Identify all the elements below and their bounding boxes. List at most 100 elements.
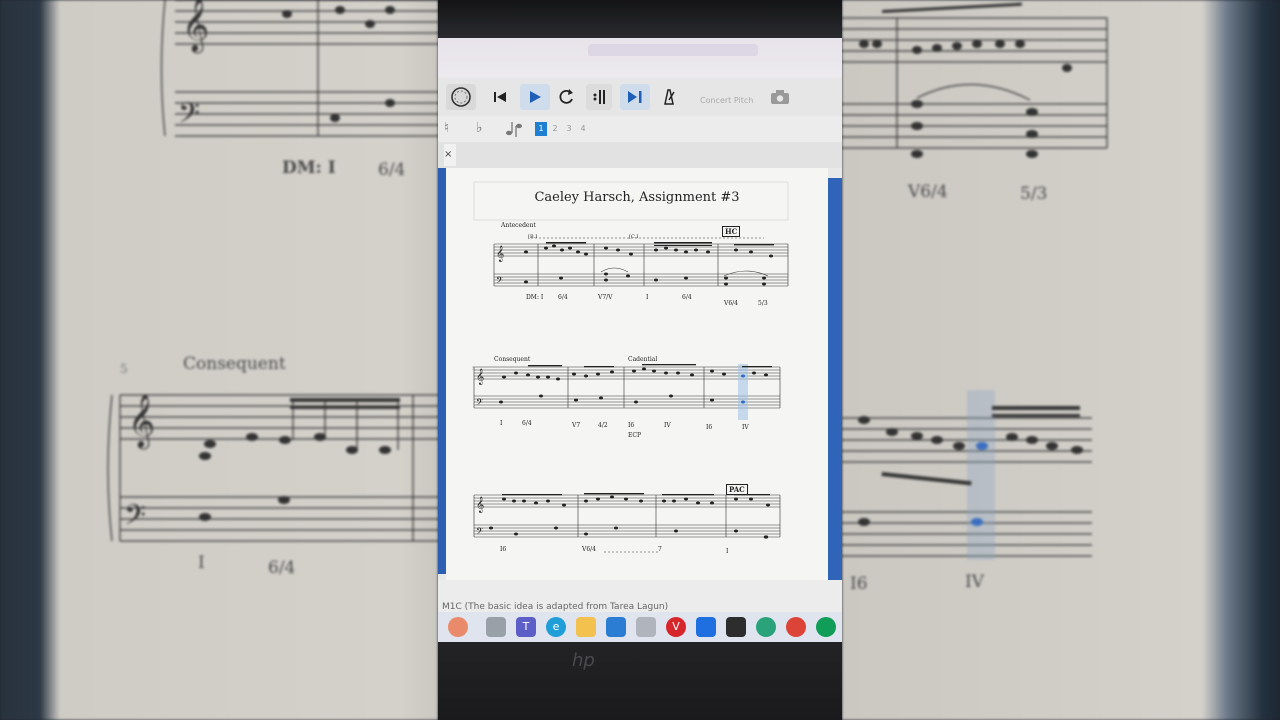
roman-numeral: IV xyxy=(742,424,749,431)
document-tabs: × xyxy=(438,142,842,169)
vivaldi-icon[interactable]: V xyxy=(666,617,686,637)
roman-numeral: I6 xyxy=(500,546,507,553)
hp-logo: hp xyxy=(572,650,595,671)
natural-icon[interactable]: ♮ xyxy=(444,120,449,136)
pac-box: PAC xyxy=(726,484,748,495)
svg-text:𝄞: 𝄞 xyxy=(476,369,484,385)
svg-text:𝄢: 𝄢 xyxy=(496,275,503,288)
roman-numeral: I6 xyxy=(628,422,635,429)
background-label: 6/4 xyxy=(268,558,296,578)
background-score-left: 𝄞 𝄢 𝄞 𝄢 DM: I 6/4 Consequent I 6/4 5 xyxy=(0,0,438,720)
roman-numeral: 5/3 xyxy=(758,300,768,307)
page-1-button[interactable]: 1 xyxy=(535,122,547,136)
svg-text:𝄞: 𝄞 xyxy=(476,497,484,513)
score-page[interactable]: 𝄞 𝄢 𝄞 𝄢 𝄞 𝄢 Caeley Harsch, Assignment #3… xyxy=(446,168,828,580)
roman-numeral: 4/2 xyxy=(598,422,608,429)
window-titlebar xyxy=(438,38,842,78)
laptop-screen-photo: Concert Pitch ♮ ♭ 1 2 3 4 × 𝄞 𝄢 𝄞 𝄢 𝄞 𝄢 … xyxy=(438,0,842,720)
measure-number: 5 xyxy=(472,366,476,372)
play-repeats-icon[interactable] xyxy=(586,84,612,110)
svg-text:𝄢: 𝄢 xyxy=(178,97,200,137)
pan-score-icon[interactable] xyxy=(620,84,650,110)
edge-icon[interactable]: e xyxy=(546,617,566,637)
background-label: IV xyxy=(965,572,984,592)
loop-icon[interactable] xyxy=(554,84,578,110)
roman-numeral: 6/4 xyxy=(682,294,692,301)
roman-numeral: IV xyxy=(664,422,671,429)
roman-numeral: 6/4 xyxy=(522,420,532,427)
windows-taskbar: T e V xyxy=(438,612,842,642)
roman-numeral: V7/V xyxy=(598,294,613,301)
rewind-icon[interactable] xyxy=(488,84,512,110)
svg-text:𝄞: 𝄞 xyxy=(182,0,209,53)
page-2-button[interactable]: 2 xyxy=(549,122,561,136)
terminal-icon[interactable] xyxy=(726,617,746,637)
bracket-contrasting-idea: [C.I xyxy=(629,234,639,240)
mixer-icon[interactable] xyxy=(658,84,680,110)
close-tab-icon[interactable]: × xyxy=(444,144,456,166)
roman-numeral: I xyxy=(726,548,729,555)
canvas-accent-left xyxy=(438,168,446,574)
screen-bezel xyxy=(438,0,842,38)
flat-icon[interactable]: ♭ xyxy=(476,120,483,136)
roman-numeral: V6/4 xyxy=(582,546,596,553)
roman-numeral: I xyxy=(646,294,649,301)
chrome-icon-2[interactable] xyxy=(816,617,836,637)
browser-tab[interactable] xyxy=(588,44,758,56)
svg-text:𝄞: 𝄞 xyxy=(496,246,504,262)
background-label: 6/4 xyxy=(378,160,406,180)
roman-numeral: 6/4 xyxy=(558,294,568,301)
app-icon[interactable] xyxy=(448,617,468,637)
bracket-basic-idea: [B.I xyxy=(528,234,538,240)
background-label: V6/4 xyxy=(908,182,948,202)
roman-numeral: V7 xyxy=(572,422,581,429)
concert-pitch-toggle[interactable]: Concert Pitch xyxy=(700,96,753,105)
page-3-button[interactable]: 3 xyxy=(563,122,575,136)
store-icon[interactable] xyxy=(636,617,656,637)
sync-icon[interactable] xyxy=(756,617,776,637)
roman-numeral: 7 xyxy=(658,546,662,553)
metronome-icon[interactable] xyxy=(446,84,476,110)
roman-numeral: DM: I xyxy=(526,294,544,301)
roman-numeral: V6/4 xyxy=(724,300,738,307)
background-label: I xyxy=(198,553,205,573)
svg-text:𝄢: 𝄢 xyxy=(476,397,483,410)
ecp-label: ECP xyxy=(628,432,642,439)
laptop-body: hp xyxy=(438,642,842,720)
background-label: DM: I xyxy=(282,158,336,178)
section-label-consequent: Consequent xyxy=(494,356,531,363)
svg-text:𝄞: 𝄞 xyxy=(128,393,155,449)
roman-numeral: I6 xyxy=(706,424,713,431)
background-label: 5/3 xyxy=(1020,184,1048,204)
system-3 xyxy=(473,494,781,553)
section-label-cadential: Cadential xyxy=(628,356,658,363)
dropbox-icon[interactable] xyxy=(696,617,716,637)
hc-box: HC xyxy=(722,226,741,237)
chrome-icon[interactable] xyxy=(786,617,806,637)
musescore-window: Concert Pitch ♮ ♭ 1 2 3 4 × 𝄞 𝄢 𝄞 𝄢 𝄞 𝄢 … xyxy=(438,38,842,612)
teams-icon[interactable]: T xyxy=(516,617,536,637)
page-4-button[interactable]: 4 xyxy=(577,122,589,136)
background-label: I6 xyxy=(850,574,868,594)
note-input-palette: ♮ ♭ 1 2 3 4 xyxy=(438,116,842,142)
score-title[interactable]: Caeley Harsch, Assignment #3 xyxy=(446,190,828,205)
status-bar: M1C (The basic idea is adapted from Tare… xyxy=(438,580,842,612)
score-notation: 𝄞 𝄢 𝄞 𝄢 𝄞 𝄢 xyxy=(473,181,789,553)
background-label: Consequent xyxy=(183,354,286,374)
mail-icon[interactable] xyxy=(606,617,626,637)
folder-icon[interactable] xyxy=(576,617,596,637)
playback-toolbar xyxy=(438,78,842,117)
background-label: 5 xyxy=(120,362,128,376)
background-score-right: V6/4 5/3 I6 IV xyxy=(842,0,1280,720)
camera-icon[interactable] xyxy=(768,84,792,110)
svg-text:𝄢: 𝄢 xyxy=(476,526,483,539)
svg-text:𝄢: 𝄢 xyxy=(124,499,146,539)
background-staff-right xyxy=(842,2,1108,560)
file-icon[interactable] xyxy=(486,617,506,637)
system-2 xyxy=(473,366,781,409)
section-label-antecedent: Antecedent xyxy=(501,222,536,229)
flip-direction-icon[interactable] xyxy=(504,120,524,141)
play-icon[interactable] xyxy=(520,84,550,110)
status-text: M1C (The basic idea is adapted from Tare… xyxy=(442,602,669,612)
score-canvas[interactable]: 𝄞 𝄢 𝄞 𝄢 𝄞 𝄢 Caeley Harsch, Assignment #3… xyxy=(438,168,842,582)
